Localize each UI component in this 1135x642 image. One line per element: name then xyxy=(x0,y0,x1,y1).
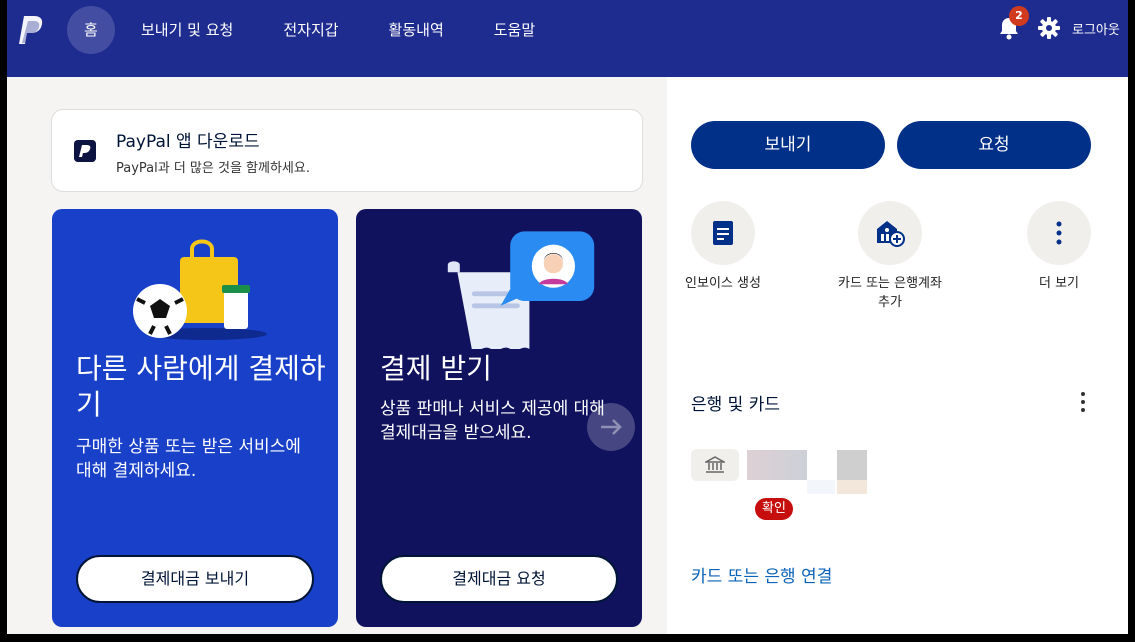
paypal-logo[interactable] xyxy=(17,14,47,46)
promo-get-paid-title: 결제 받기 xyxy=(380,352,492,385)
send-button[interactable]: 보내기 xyxy=(691,121,885,169)
nav-wallet[interactable]: 전자지갑 xyxy=(259,6,362,54)
left-column: PayPal 앱 다운로드 PayPal과 더 많은 것을 함께하세요. 다른 … xyxy=(7,77,667,634)
nav-help[interactable]: 도움말 xyxy=(470,6,559,54)
promo-card-pay[interactable]: 다른 사람에게 결제하기 구매한 상품 또는 받은 서비스에 대해 결제하세요.… xyxy=(52,209,338,627)
logout-link[interactable]: 로그아웃 xyxy=(1072,19,1128,38)
add-bank-icon xyxy=(877,221,905,247)
more-vertical-icon xyxy=(1056,221,1062,245)
nav-send-request[interactable]: 보내기 및 요청 xyxy=(117,6,257,54)
link-card-bank-link[interactable]: 카드 또는 은행 연결 xyxy=(691,562,832,587)
bank-account-item[interactable] xyxy=(691,449,739,481)
paypal-app-icon xyxy=(74,140,96,162)
main-nav: 홈 보내기 및 요청 전자지갑 활동내역 도움말 xyxy=(67,6,561,54)
invoice-icon xyxy=(713,221,733,245)
top-header: 홈 보내기 및 요청 전자지갑 활동내역 도움말 2 로그아웃 xyxy=(7,0,1128,77)
carousel-next-button[interactable] xyxy=(587,403,635,451)
bank-icon xyxy=(705,456,725,473)
shopping-illustration xyxy=(133,239,267,340)
card-thumbnail-1[interactable] xyxy=(747,450,807,480)
banks-cards-title: 은행 및 카드 xyxy=(691,395,781,415)
right-column: 보내기 요청 인보이스 생성 카드 또는 은행계좌 추가 더 보기 은행 및 카… xyxy=(667,77,1128,634)
banks-cards-menu-icon[interactable] xyxy=(1073,391,1093,413)
app-window: 홈 보내기 및 요청 전자지갑 활동내역 도움말 2 로그아웃 PayPal 앱… xyxy=(7,0,1128,634)
app-download-subtitle: PayPal과 더 많은 것을 함께하세요. xyxy=(116,161,310,176)
request-payment-button[interactable]: 결제대금 요청 xyxy=(380,555,618,603)
quick-action-more[interactable]: 더 보기 xyxy=(999,201,1119,293)
notification-badge: 2 xyxy=(1009,6,1029,26)
quick-action-invoice[interactable]: 인보이스 생성 xyxy=(663,201,783,293)
promo-card-get-paid[interactable]: 결제 받기 상품 판매나 서비스 제공에 대해 결제대금을 받으세요. 결제대금… xyxy=(356,209,642,627)
nav-home[interactable]: 홈 xyxy=(67,6,115,54)
card-thumbnail-2[interactable] xyxy=(807,480,835,494)
add-bank-icon-circle xyxy=(858,201,922,265)
invoice-chat-illustration xyxy=(447,231,595,349)
invoice-icon-circle xyxy=(691,201,755,265)
request-button[interactable]: 요청 xyxy=(897,121,1091,169)
notifications-button[interactable]: 2 xyxy=(998,6,1029,40)
confirm-badge[interactable]: 확인 xyxy=(755,498,793,520)
quick-action-more-label: 더 보기 xyxy=(1038,276,1079,291)
app-download-title: PayPal 앱 다운로드 xyxy=(116,132,260,152)
gear-icon[interactable] xyxy=(1038,17,1060,39)
nav-activity[interactable]: 활동내역 xyxy=(365,6,468,54)
header-right: 2 로그아웃 xyxy=(998,6,1128,50)
more-icon-circle xyxy=(1027,201,1091,265)
card-thumbnail-3[interactable] xyxy=(837,450,867,480)
promo-pay-description: 구매한 상품 또는 받은 서비스에 대해 결제하세요. xyxy=(76,437,301,481)
quick-action-add-bank-label: 카드 또는 은행계좌 추가 xyxy=(838,276,942,310)
promo-pay-title: 다른 사람에게 결제하기 xyxy=(76,352,326,421)
send-payment-button[interactable]: 결제대금 보내기 xyxy=(76,555,314,603)
quick-action-add-bank[interactable]: 카드 또는 은행계좌 추가 xyxy=(830,201,950,312)
app-download-card[interactable]: PayPal 앱 다운로드 PayPal과 더 많은 것을 함께하세요. xyxy=(51,109,643,192)
card-thumbnail-4 xyxy=(837,480,867,494)
quick-action-invoice-label: 인보이스 생성 xyxy=(685,276,761,291)
